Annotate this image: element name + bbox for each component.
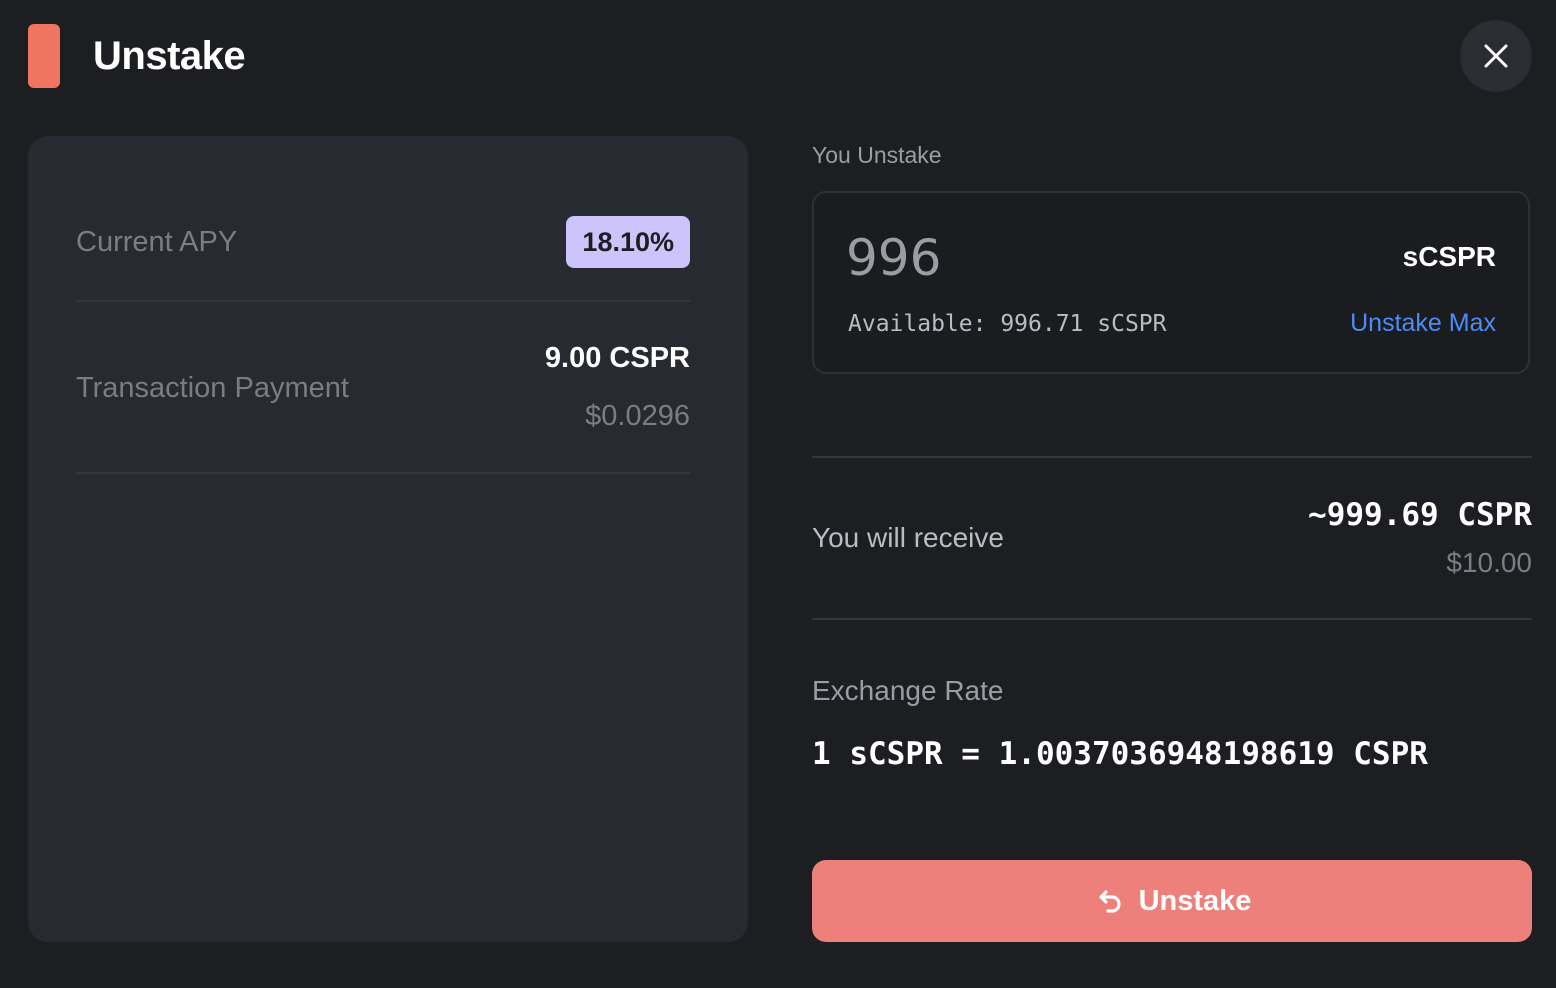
receive-usd: $10.00	[1446, 547, 1532, 578]
available-balance: Available: 996.71 sCSPR	[848, 311, 1167, 337]
close-icon	[1484, 44, 1508, 68]
you-unstake-label: You Unstake	[812, 142, 942, 168]
unstake-amount-box: sCSPR Available: 996.71 sCSPR Unstake Ma…	[812, 191, 1530, 374]
divider	[76, 472, 690, 474]
staking-info-card: Current APY 18.10% Transaction Payment 9…	[28, 136, 748, 942]
close-button[interactable]	[1460, 20, 1532, 92]
exchange-rate-value: 1 sCSPR = 1.0037036948198619 CSPR	[812, 736, 1428, 772]
title-accent-bar	[28, 24, 60, 88]
divider	[76, 300, 690, 302]
divider	[812, 618, 1532, 620]
token-label: sCSPR	[1402, 241, 1496, 272]
you-will-receive-label: You will receive	[812, 522, 1004, 553]
unstake-button[interactable]: Unstake	[812, 860, 1532, 942]
transaction-payment-usd: $0.0296	[585, 400, 690, 432]
unstake-modal: Unstake Current APY 18.10% Transaction P…	[0, 0, 1556, 988]
receive-amount: ~999.69 CSPR	[1308, 497, 1532, 533]
apy-badge: 18.10%	[566, 216, 690, 268]
apy-label: Current APY	[76, 226, 238, 258]
unstake-amount-input[interactable]	[846, 223, 1246, 293]
exchange-rate-label: Exchange Rate	[812, 675, 1004, 706]
modal-title: Unstake	[93, 34, 246, 78]
transaction-payment-amount: 9.00 CSPR	[544, 342, 690, 374]
transaction-payment-label: Transaction Payment	[76, 372, 349, 404]
unstake-max-link[interactable]: Unstake Max	[1350, 307, 1496, 339]
undo-arrow-icon	[1098, 890, 1121, 913]
unstake-button-label: Unstake	[1138, 884, 1252, 917]
divider	[812, 456, 1532, 458]
